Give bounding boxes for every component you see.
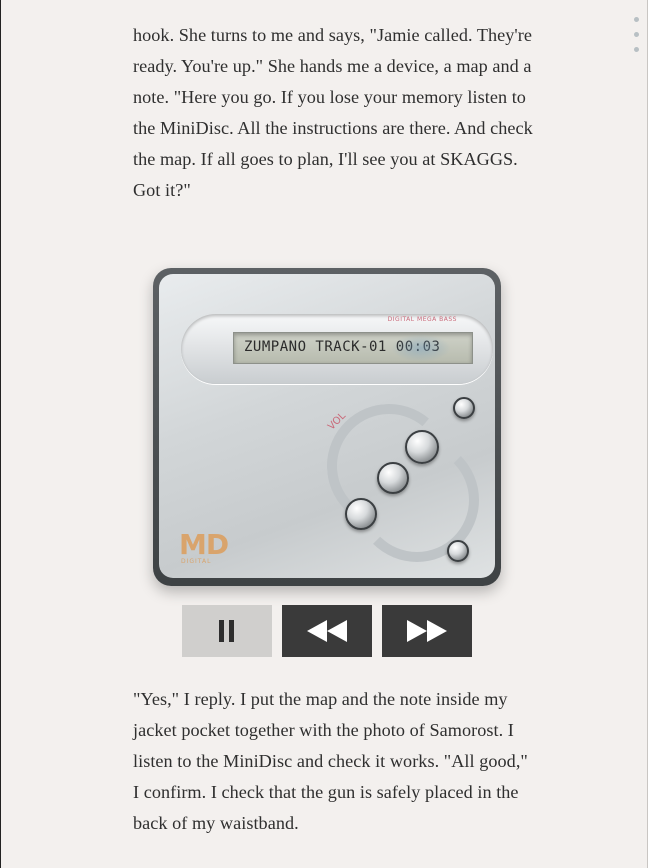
story-text-top: hook. She turns to me and says, "Jamie c…	[133, 20, 533, 206]
device-button-left	[345, 498, 377, 530]
playback-controls	[182, 605, 474, 657]
jog-control: VOL	[319, 394, 489, 564]
device-button-top	[453, 397, 475, 419]
device-button-upper	[405, 430, 439, 464]
rewind-icon	[307, 620, 347, 642]
device-button-center	[377, 462, 409, 494]
page-dot	[634, 17, 639, 22]
left-border	[0, 0, 1, 868]
minidisc-player: DIGITAL MEGA BASS ZUMPANO TRACK-01 00:03…	[153, 268, 501, 586]
fast-forward-icon	[407, 620, 447, 642]
display-housing: DIGITAL MEGA BASS ZUMPANO TRACK-01 00:03	[181, 314, 493, 384]
story-paragraph: "Yes," I reply. I put the map and the no…	[133, 689, 528, 833]
page-dot	[634, 32, 639, 37]
md-logo-subtext: DIGITAL	[181, 558, 212, 565]
display-reflection	[391, 334, 451, 362]
page-dot	[634, 47, 639, 52]
device-face: DIGITAL MEGA BASS ZUMPANO TRACK-01 00:03…	[159, 274, 495, 578]
device-button-bottom	[447, 540, 469, 562]
rewind-button[interactable]	[282, 605, 372, 657]
story-paragraph: hook. She turns to me and says, "Jamie c…	[133, 25, 533, 200]
fast-forward-button[interactable]	[382, 605, 472, 657]
brand-text: DIGITAL MEGA BASS	[387, 316, 457, 323]
page-indicator	[634, 17, 640, 62]
pause-button[interactable]	[182, 605, 272, 657]
pause-icon	[219, 620, 234, 642]
story-text-bottom: "Yes," I reply. I put the map and the no…	[133, 684, 533, 839]
md-logo: MD	[179, 528, 229, 561]
